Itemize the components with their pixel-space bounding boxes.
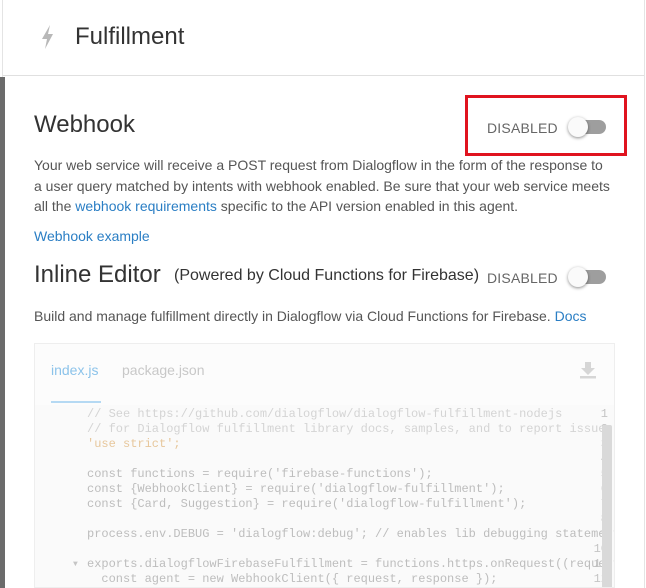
inline-editor-description-text: Build and manage fulfillment directly in… [34, 308, 551, 324]
code-editor: index.js package.json 1 // See https://g… [34, 343, 615, 588]
inline-editor-subtitle: (Powered by Cloud Functions for Firebase… [174, 267, 480, 284]
tab-index-js[interactable]: index.js [51, 362, 98, 378]
webhook-description: Your web service will receive a POST req… [34, 155, 614, 217]
webhook-description-text-2: specific to the API version enabled in t… [216, 198, 519, 214]
bolt-icon [42, 25, 53, 49]
code-line: process.env.DEBUG = 'dialogflow:debug'; … [87, 527, 615, 541]
line-gutter [35, 405, 75, 587]
code-line: const {Card, Suggestion} = require('dial… [87, 497, 527, 511]
code-line: const functions = require('firebase-func… [87, 467, 433, 481]
tab-package-json[interactable]: package.json [122, 362, 205, 378]
webhook-example-row: Webhook example [34, 226, 150, 247]
inline-editor-toggle-knob [568, 267, 588, 287]
webhook-title: Webhook [34, 111, 135, 138]
code-line: const {WebhookClient} = require('dialogf… [87, 482, 505, 496]
webhook-toggle[interactable] [568, 117, 606, 137]
code-line: // for Dialogflow fulfillment library do… [87, 422, 613, 436]
code-scrollbar[interactable] [602, 425, 612, 587]
inline-editor-description: Build and manage fulfillment directly in… [34, 306, 587, 327]
download-icon[interactable] [578, 360, 598, 380]
fold-arrow-icon[interactable]: ▼ [73, 560, 78, 569]
code-area[interactable]: 1 // See https://github.com/dialogflow/d… [35, 405, 615, 587]
code-line: const agent = new WebhookClient({ reques… [87, 572, 498, 586]
webhook-example-link[interactable]: Webhook example [34, 228, 150, 244]
webhook-status-label: DISABLED [487, 120, 558, 136]
scroll-indicator[interactable] [0, 77, 5, 588]
inline-editor-toggle[interactable] [568, 267, 606, 287]
webhook-requirements-link[interactable]: webhook requirements [75, 198, 217, 214]
inline-editor-title: Inline Editor [34, 261, 161, 288]
active-tab-indicator [51, 401, 101, 403]
code-line: 'use strict'; [87, 437, 181, 451]
page-right-border [644, 0, 645, 588]
webhook-toggle-knob [568, 117, 588, 137]
inline-editor-status-label: DISABLED [487, 270, 558, 286]
code-line-text: // See https://github.com/dialogflow/dia… [87, 407, 563, 421]
code-line: exports.dialogflowFirebaseFulfillment = … [87, 557, 615, 571]
page-title: Fulfillment [75, 23, 185, 50]
docs-link[interactable]: Docs [555, 308, 587, 324]
line-number: 1 [600, 407, 608, 421]
editor-tabs: index.js package.json [35, 344, 614, 404]
code-line: // See https://github.com/dialogflow/dia… [87, 407, 562, 421]
page-header: Fulfillment [3, 0, 644, 76]
